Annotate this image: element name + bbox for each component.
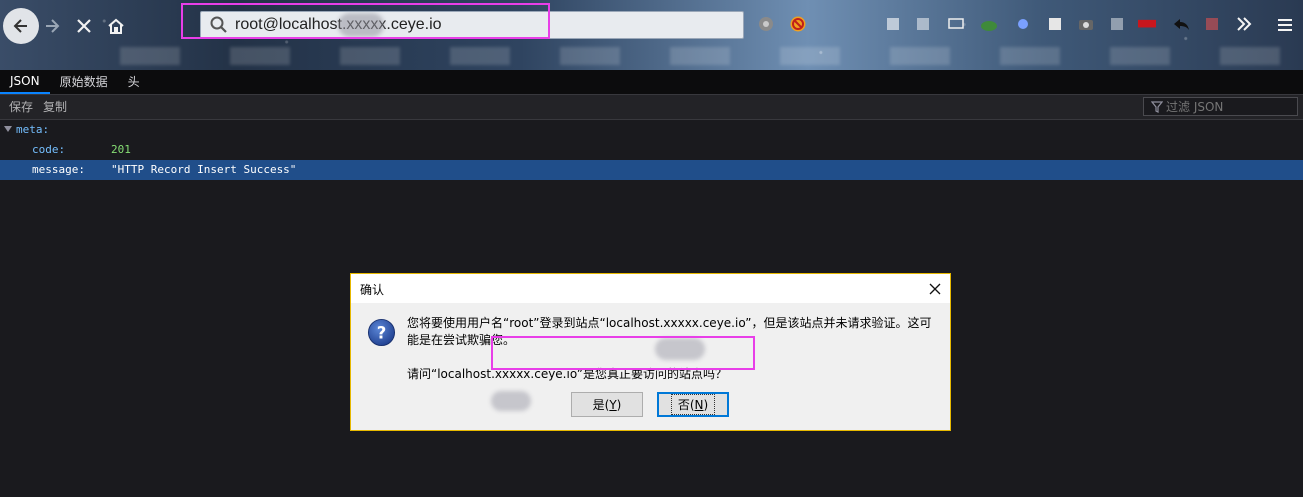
confirm-dialog: 确认 ? 您将要使用用户名“root”登录到站点“localhost.xxxxx…	[350, 273, 951, 431]
json-key: code:	[32, 143, 66, 156]
bookmarks-bar[interactable]	[120, 47, 1300, 65]
extension-icon[interactable]	[1203, 15, 1221, 33]
json-key: meta:	[16, 123, 50, 136]
search-icon	[210, 16, 227, 33]
redaction-blur	[338, 13, 384, 37]
redaction-blur	[655, 338, 705, 360]
tab-headers[interactable]: 头	[118, 70, 150, 94]
extension-icon[interactable]	[1108, 15, 1126, 33]
url-input[interactable]	[235, 16, 715, 34]
json-viewer-tabs: JSON 原始数据 头	[0, 70, 1303, 95]
arrow-right-icon	[46, 19, 60, 33]
filter-json-input[interactable]	[1166, 99, 1291, 114]
login-badge-icon[interactable]	[1138, 15, 1156, 33]
close-icon	[929, 283, 941, 295]
copy-button[interactable]: 复制	[43, 95, 67, 119]
address-bar[interactable]	[200, 11, 744, 39]
no-label: 否(N)	[670, 394, 716, 415]
json-row-message[interactable]: message: "HTTP Record Insert Success"	[0, 160, 1303, 180]
double-chevron-right-icon	[1237, 17, 1252, 31]
tab-json[interactable]: JSON	[0, 70, 50, 94]
json-row-code[interactable]: code: 201	[0, 140, 1303, 160]
arrow-left-icon	[13, 19, 27, 33]
camera-icon[interactable]	[1077, 15, 1095, 33]
filter-json-box[interactable]	[1143, 97, 1298, 116]
block-icon[interactable]	[789, 15, 807, 33]
menu-button[interactable]	[1277, 14, 1293, 38]
stop-button[interactable]	[66, 8, 102, 44]
json-toolbar: 保存 复制	[0, 95, 1303, 120]
reply-icon[interactable]	[1172, 15, 1190, 33]
dialog-close-button[interactable]	[929, 277, 941, 300]
document-icon[interactable]	[1046, 15, 1064, 33]
dialog-title: 确认	[360, 283, 385, 297]
dialog-question: 请问“localhost.xxxxx.ceye.io”是您真正要访问的站点吗？	[407, 367, 727, 381]
tab-raw-data[interactable]: 原始数据	[50, 70, 118, 94]
json-key: message:	[32, 163, 85, 176]
expand-triangle-icon[interactable]	[4, 126, 12, 132]
hamburger-menu-icon	[1278, 19, 1292, 31]
yes-label: 是(Y)	[592, 398, 622, 412]
dialog-titlebar[interactable]: 确认	[351, 274, 950, 303]
turtle-icon[interactable]	[980, 15, 998, 33]
forward-button[interactable]	[34, 8, 70, 44]
extension-icon[interactable]	[914, 15, 932, 33]
record-icon[interactable]	[757, 15, 775, 33]
yes-button[interactable]: 是(Y)	[571, 392, 643, 417]
screen-icon[interactable]	[947, 15, 965, 33]
home-icon	[108, 18, 124, 34]
globe-icon[interactable]	[1014, 15, 1032, 33]
redaction-blur	[491, 391, 531, 411]
json-tree: meta: code: 201 message: "HTTP Record In…	[0, 120, 1303, 180]
extension-icon[interactable]	[884, 15, 902, 33]
no-button[interactable]: 否(N)	[657, 392, 729, 417]
question-icon: ?	[367, 318, 396, 347]
close-icon	[77, 19, 91, 33]
json-row-meta[interactable]: meta:	[0, 120, 1303, 140]
save-button[interactable]: 保存	[9, 95, 33, 119]
svg-text:?: ?	[377, 323, 387, 342]
json-value: 201	[111, 143, 131, 156]
overflow-menu-button[interactable]	[1236, 13, 1252, 37]
dialog-body: ? 您将要使用用户名“root”登录到站点“localhost.xxxxx.ce…	[351, 303, 950, 430]
browser-toolbar	[0, 0, 1303, 70]
filter-icon	[1151, 100, 1163, 113]
json-value: "HTTP Record Insert Success"	[111, 163, 297, 176]
home-button[interactable]	[98, 8, 134, 44]
